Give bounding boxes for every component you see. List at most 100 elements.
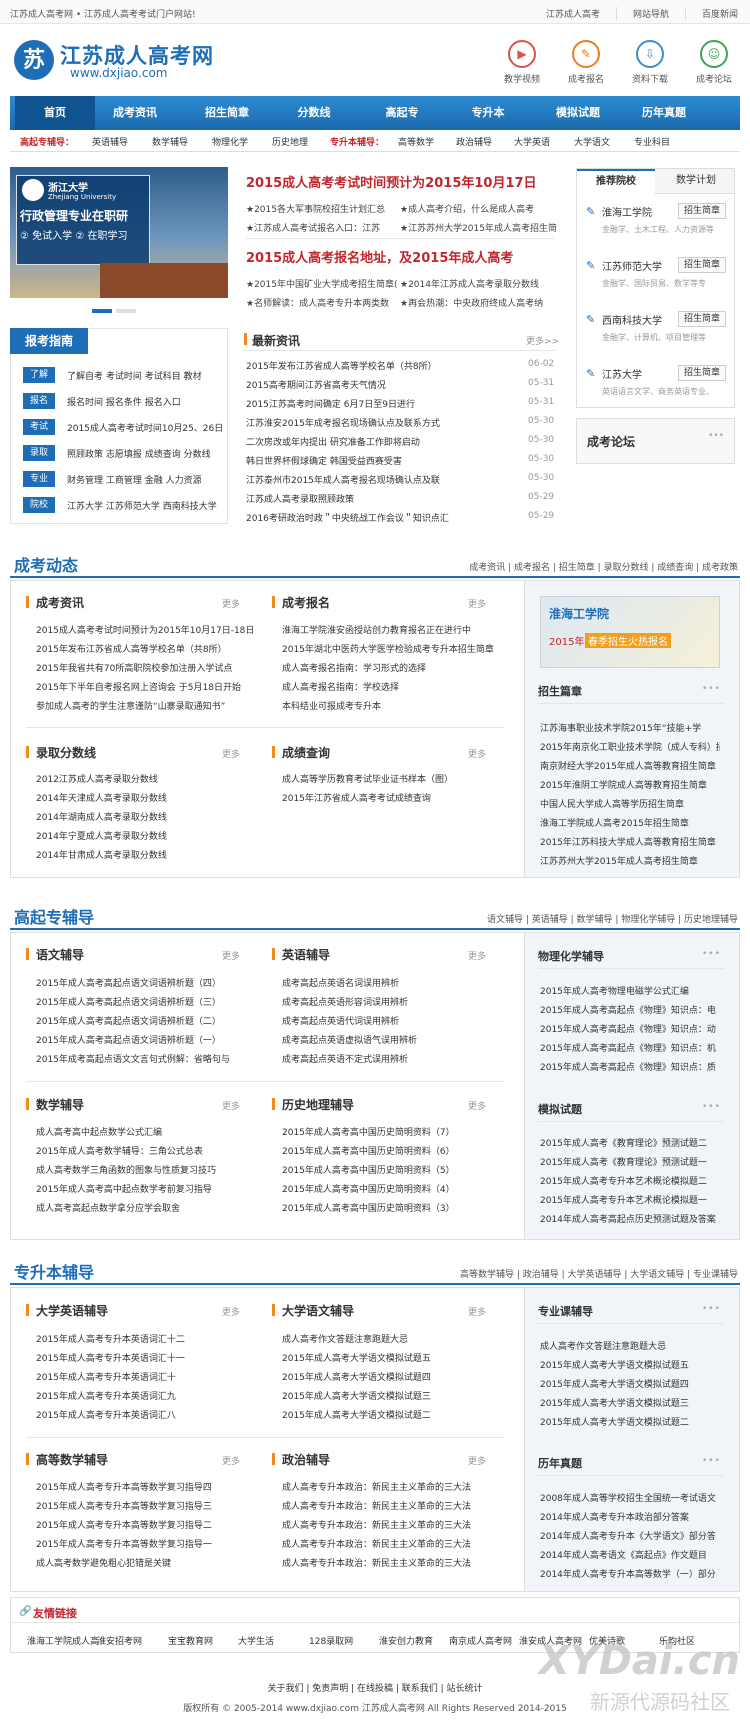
list-item[interactable]: 成考高起点英语不定式误用辨析: [282, 1052, 504, 1065]
subnav-college-chinese[interactable]: 大学语文: [574, 135, 610, 148]
list-item[interactable]: 2015年成考高起点语文文言句式例解：省略句与: [36, 1052, 258, 1065]
list-item[interactable]: 2015年成人高考专升本英语词汇十: [36, 1370, 258, 1383]
list-item[interactable]: 成人高考专升本政治：新民主主义革命的三大法: [282, 1499, 504, 1512]
list-item[interactable]: 2015年成人高考大学语文模拟试题三: [540, 1396, 720, 1409]
list-item[interactable]: 成考高起点英语形容词误用辨析: [282, 995, 504, 1008]
list-item[interactable]: 成考高起点英语名词误用辨析: [282, 976, 504, 989]
more-link[interactable]: 更多: [222, 949, 240, 962]
list-item[interactable]: 成人高考专升本政治：新民主主义革命的三大法: [282, 1537, 504, 1550]
nav-admission[interactable]: 招生简章: [187, 96, 267, 130]
list-item[interactable]: 2015年成人高考高起点《物理》知识点：电: [540, 1003, 720, 1016]
headline2-link-3[interactable]: ★名师解读：成人高考专升本两类数: [246, 296, 389, 309]
headline1-link-2[interactable]: ★成人高考介绍，什么是成人高考: [400, 202, 534, 215]
list-item[interactable]: 2015年下半年自考报名网上咨询会 于5月18日开始: [36, 680, 258, 693]
more-dots-icon[interactable]: •••: [702, 684, 721, 694]
list-item[interactable]: 江苏泰州市2015年成人高考报名现场确认点及联: [246, 473, 440, 486]
list-item[interactable]: 2015年成人高考《教育理论》预测试题二: [540, 1136, 720, 1149]
list-item[interactable]: 2015年成人高考大学语文模拟试题二: [540, 1415, 720, 1428]
list-item[interactable]: 2012江苏成人高考录取分数线: [36, 772, 258, 785]
subnav-histgeo[interactable]: 历史地理: [272, 135, 308, 148]
list-item[interactable]: 2015年成人高考《教育理论》预测试题一: [540, 1155, 720, 1168]
list-item[interactable]: 2015年成人高考高中国历史简明资料（3）: [282, 1201, 504, 1214]
list-item[interactable]: 2015年成人高考专升本英语词汇八: [36, 1408, 258, 1421]
subnav-math[interactable]: 数学辅导: [152, 135, 188, 148]
list-item[interactable]: 2014年成人高考专升本政治部分答案: [540, 1510, 720, 1523]
more-dots-icon[interactable]: •••: [702, 949, 721, 959]
list-item[interactable]: 2014年天津成人高考录取分数线: [36, 791, 258, 804]
nav-home[interactable]: 首页: [15, 96, 95, 130]
list-item[interactable]: 2015年成人高考高中国历史简明资料（4）: [282, 1182, 504, 1195]
list-item[interactable]: 江苏成人高考录取照顾政策: [246, 492, 354, 505]
list-item[interactable]: 2015高考期间江苏省高考天气情况: [246, 378, 386, 391]
list-item[interactable]: 2015年湖北中医药大学医学检验成考专升本招生简章: [282, 642, 504, 655]
list-item[interactable]: 2014年湖南成人高考录取分数线: [36, 810, 258, 823]
list-item[interactable]: 成人高考报名指南：学校选择: [282, 680, 504, 693]
list-item[interactable]: 2015年淮阴工学院成人高等教育招生简章: [540, 778, 720, 791]
list-item[interactable]: 韩日世界杯假球确定 韩国受益西赛受害: [246, 454, 402, 467]
list-item[interactable]: 2015年成人高考大学语文模拟试题五: [282, 1351, 504, 1364]
teaching-video-link[interactable]: ▶ 教学视频: [498, 40, 546, 85]
nav-scores[interactable]: 分数线: [274, 96, 354, 130]
college-name[interactable]: 江苏大学: [602, 366, 642, 381]
list-item[interactable]: 2015年成人高考大学语文模拟试题二: [282, 1408, 504, 1421]
list-item[interactable]: 2015年成人高考高起点《物理》知识点：机: [540, 1041, 720, 1054]
list-item[interactable]: 2015年成人高考专升本艺术概论模拟题二: [540, 1174, 720, 1187]
list-item[interactable]: 南京财经大学2015年成人高等教育招生简章: [540, 759, 720, 772]
list-item[interactable]: 2014年成人高考专升本《大学语文》部分答: [540, 1529, 720, 1542]
more-dots-icon[interactable]: •••: [708, 431, 724, 441]
list-item[interactable]: 2015年成人高考高起点语文词语辨析题（四）: [36, 976, 258, 989]
list-item[interactable]: 2015年江苏省成人高考考试成绩查询: [282, 791, 504, 804]
list-item[interactable]: 2015年成人高考专升本高等数学复习指导二: [36, 1518, 258, 1531]
list-item[interactable]: 2015年成人高考专升本英语词汇九: [36, 1389, 258, 1402]
guide-links[interactable]: 报名时间 报名条件 报名入口: [67, 395, 181, 408]
list-item[interactable]: 参加成人高考的学生注意谨防“山寨录取通知书”: [36, 699, 258, 712]
top-link-baidu-news[interactable]: 百度新闻: [684, 7, 738, 20]
headline1-link-1[interactable]: ★2015各大军事院校招生计划汇总: [246, 202, 385, 215]
more-link[interactable]: 更多: [468, 1099, 486, 1112]
list-item[interactable]: 2015年成人高考大学语文模拟试题五: [540, 1358, 720, 1371]
college-name[interactable]: 西南科技大学: [602, 312, 662, 327]
top-link-sitemap[interactable]: 网站导航: [615, 7, 669, 20]
headline2-link-1[interactable]: ★2015年中国矿业大学成考招生简章(: [246, 277, 398, 290]
list-item[interactable]: 2015年江苏科技大学成人高等教育招生简章（表: [540, 835, 720, 848]
top-link-jiangsu[interactable]: 江苏成人高考: [546, 7, 600, 20]
list-item[interactable]: 2015年成人高考高起点《物理》知识点：动: [540, 1022, 720, 1035]
guide-links[interactable]: 2015成人高考考试时间10月25、26日: [67, 421, 223, 434]
friend-link[interactable]: 大学生活: [238, 1634, 274, 1647]
list-item[interactable]: 2015年成人高考高起点语文词语辨析题（二）: [36, 1014, 258, 1027]
admission-guide-button[interactable]: 招生简章: [678, 203, 726, 219]
list-item[interactable]: 成人高考数学避免粗心犯错是关键: [36, 1556, 258, 1569]
list-item[interactable]: 成考高起点英语虚拟语气误用辨析: [282, 1033, 504, 1046]
forum-title[interactable]: 成考论坛: [587, 433, 635, 450]
college-name[interactable]: 淮海工学院: [602, 204, 652, 219]
friend-link[interactable]: 128录取网: [309, 1634, 353, 1647]
list-item[interactable]: 成人高考报名指南：学习形式的选择: [282, 661, 504, 674]
more-link[interactable]: 更多: [468, 747, 486, 760]
friend-link[interactable]: 南京成人高考网: [449, 1634, 512, 1647]
section-links[interactable]: 语文辅导 | 英语辅导 | 数学辅导 | 物理化学辅导 | 历史地理辅导: [487, 912, 738, 925]
tab-plan[interactable]: 数学计划: [657, 169, 735, 194]
list-item[interactable]: 成人高考专升本政治：新民主主义革命的三大法: [282, 1556, 504, 1569]
headline2-link-4[interactable]: ★再会热潮：中央政府终成人高考纳: [400, 296, 543, 309]
list-item[interactable]: 2015年成人高考专升本高等数学复习指导三: [36, 1499, 258, 1512]
more-dots-icon[interactable]: •••: [702, 1304, 721, 1314]
nav-news[interactable]: 成考资讯: [95, 96, 175, 130]
list-item[interactable]: 2015年成人高考高中国历史简明资料（6）: [282, 1144, 504, 1157]
list-item[interactable]: 成人高考数学三角函数的图象与性质复习技巧: [36, 1163, 258, 1176]
list-item[interactable]: 2015年成人高考专升本英语词汇十二: [36, 1332, 258, 1345]
list-item[interactable]: 中国人民大学成人高等学历招生简章: [540, 797, 720, 810]
list-item[interactable]: 成人高考专升本政治：新民主主义革命的三大法: [282, 1480, 504, 1493]
more-link[interactable]: 更多: [222, 747, 240, 760]
more-link[interactable]: 更多: [222, 597, 240, 610]
list-item[interactable]: 2015年发布江苏省成人高等学校名单（共8所）: [36, 642, 258, 655]
headline2-link-2[interactable]: ★2014年江苏成人高考录取分数线: [400, 277, 539, 290]
list-item[interactable]: 2016考研政治时政＂中央统战工作会议＂知识点汇: [246, 511, 449, 524]
list-item[interactable]: 成人高考作文答题注意跑题大忌: [540, 1339, 720, 1352]
list-item[interactable]: 2015年成人高考专升本艺术概论模拟题一: [540, 1193, 720, 1206]
section-links[interactable]: 成考资讯 | 成考报名 | 招生简章 | 录取分数线 | 成绩查询 | 成考政策: [469, 560, 738, 573]
headline1-link-3[interactable]: ★江苏成人高考试报名入口：江苏: [246, 221, 380, 234]
headline1-link-4[interactable]: ★江苏苏州大学2015年成人高考招生简: [400, 221, 557, 234]
banner-slide[interactable]: 浙江大学 Zhejiang University 行政管理专业在职研 ② 免试入…: [10, 167, 228, 298]
subnav-major[interactable]: 专业科目: [634, 135, 670, 148]
list-item[interactable]: 2015年成人高考专升本高等数学复习指导四: [36, 1480, 258, 1493]
